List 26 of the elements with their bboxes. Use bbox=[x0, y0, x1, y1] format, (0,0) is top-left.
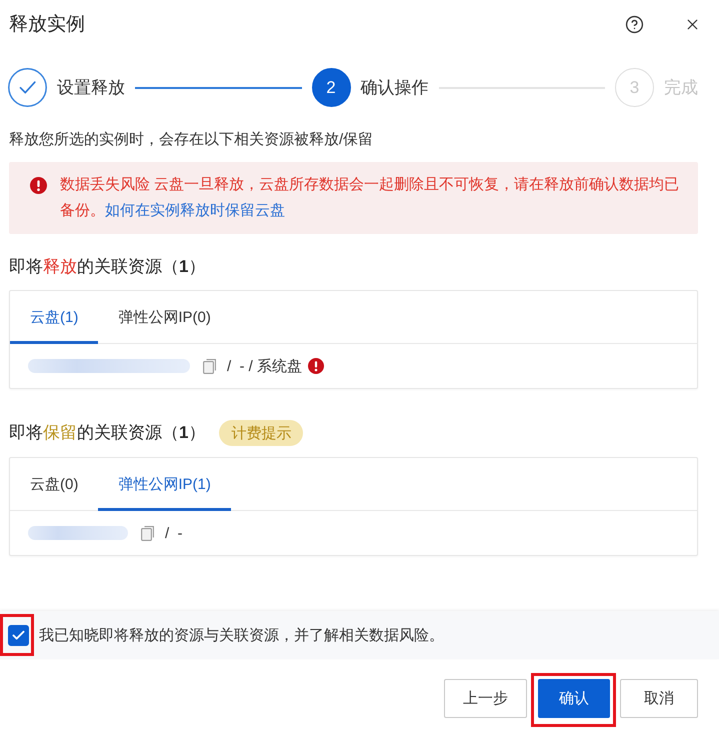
alert-message: 数据丢失风险 云盘一旦释放，云盘所存数据会一起删除且不可恢复，请在释放前确认数据均已备份。如何在实例释放时保留云盘 bbox=[60, 175, 680, 221]
checkbox[interactable] bbox=[8, 624, 29, 646]
step-label: 完成 bbox=[664, 77, 698, 99]
tab[interactable]: 云盘(0) bbox=[10, 458, 98, 511]
copy-icon[interactable] bbox=[141, 526, 154, 540]
acknowledge-text: 我已知晓即将释放的资源与关联资源，并了解相关数据风险。 bbox=[39, 626, 444, 644]
resource-path: / - bbox=[165, 524, 182, 542]
alert-icon bbox=[30, 176, 47, 194]
step-label: 设置释放 bbox=[57, 77, 125, 99]
help-link[interactable]: 如何在实例释放时保留云盘 bbox=[105, 202, 285, 219]
tab[interactable]: 弹性公网IP(1) bbox=[98, 458, 231, 511]
section-heading: 即将保留的关联资源（1） bbox=[9, 422, 206, 444]
dialog-button[interactable]: 取消 bbox=[620, 679, 698, 718]
dialog-button[interactable]: 确认 bbox=[538, 679, 610, 718]
step-number: 2 bbox=[312, 68, 350, 107]
tab[interactable]: 弹性公网IP(0) bbox=[98, 291, 231, 344]
description-text: 释放您所选的实例时，会存在以下相关资源被释放/保留 bbox=[9, 130, 374, 150]
help-icon[interactable] bbox=[625, 14, 644, 34]
section-heading: 即将释放的关联资源（1） bbox=[9, 256, 206, 278]
dialog-title: 释放实例 bbox=[9, 13, 86, 37]
resource-path: / - / 系统盘 bbox=[227, 356, 302, 376]
copy-icon[interactable] bbox=[203, 358, 216, 374]
dialog-button[interactable]: 上一步 bbox=[444, 679, 527, 718]
tab[interactable]: 云盘(1) bbox=[10, 291, 98, 344]
step-label: 确认操作 bbox=[360, 77, 428, 99]
notice-badge: 计费提示 bbox=[219, 420, 304, 446]
